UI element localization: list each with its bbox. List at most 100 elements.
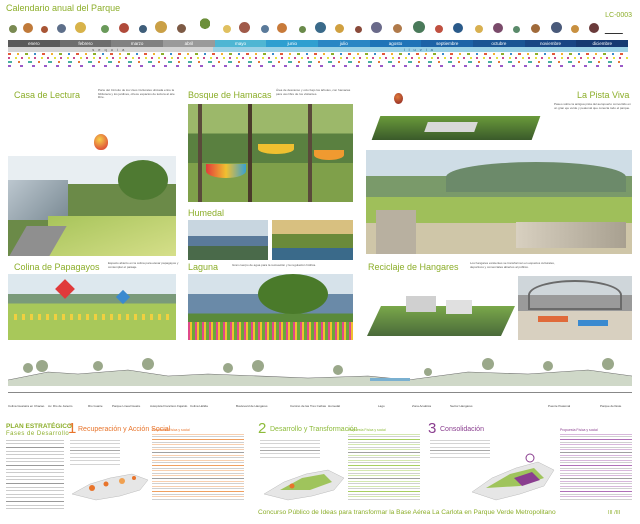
event-thumb: [512, 25, 521, 34]
model-hangares: [366, 276, 516, 342]
event-thumb: [354, 25, 363, 34]
event-thumb: [260, 24, 270, 34]
event-thumb: [118, 22, 130, 34]
section-label: Sector Hangares: [450, 404, 473, 408]
tree-icon: [200, 18, 210, 34]
phase-2-header: Propuesta Física y social: [348, 428, 386, 432]
calendar-title: Calendario anual del Parque: [6, 3, 121, 13]
section-label: Parque del Este: [600, 404, 622, 408]
event-thumb: [588, 22, 600, 34]
phase-1-text: [70, 440, 120, 466]
event-thumb: [176, 23, 187, 34]
month-label: marzo: [111, 40, 164, 47]
section-label: Boulevard de Hangares: [236, 404, 268, 408]
section-label: Av. Río de Janeiro: [48, 404, 73, 408]
event-thumb: [452, 22, 464, 34]
month-label: octubre: [473, 40, 525, 47]
phase-1-bullets: [152, 434, 244, 500]
section-label: Río Guaire: [88, 404, 103, 408]
phase-3-bullets: [560, 434, 632, 500]
event-thumb: [334, 23, 345, 34]
month-label: abril: [163, 40, 215, 47]
text-pista-viva: Paseo sobre la antigua pista del aeropue…: [554, 102, 631, 110]
section-label: Parque Lineal Guaire: [112, 404, 141, 408]
month-label: diciembre: [576, 40, 629, 47]
event-thumb: [550, 21, 563, 34]
season-rain: lluvia: [212, 47, 628, 52]
cross-section: [7, 350, 633, 386]
event-thumb: [56, 23, 67, 34]
phase-1-header: Propuesta Física y social: [152, 428, 190, 432]
footer-page: III /III: [608, 510, 621, 516]
month-bar: enero febrero marzo abril mayo junio jul…: [8, 40, 629, 47]
phase-1-number: 1: [68, 420, 77, 437]
month-label: agosto: [369, 40, 422, 47]
season-bar: sequía lluvia: [8, 47, 628, 52]
section-label: Humedal: [328, 404, 341, 408]
balloon-icon: [94, 134, 108, 150]
phase-2-map: [262, 460, 346, 504]
activity-strips: [8, 53, 628, 67]
phase-3-number: 3: [428, 420, 437, 437]
title-bosque-hamacas: Bosque de Hamacas: [188, 90, 272, 100]
event-thumb: [154, 20, 168, 34]
title-pista-viva: La Pista Viva: [577, 90, 630, 100]
title-humedal: Humedal: [188, 208, 225, 218]
event-thumb: [412, 20, 426, 34]
event-thumb: [22, 22, 34, 34]
plan-intro-text: [6, 440, 64, 510]
section-label: Colina Guaraira en Chacao: [8, 404, 45, 408]
section-label: Camino de las Tres Ceibas: [290, 404, 327, 408]
phase-1-map: [70, 464, 150, 504]
season-dry: sequía: [8, 47, 213, 52]
text-colina-papagayos: Espacio abierto en la colina para elevar…: [108, 261, 179, 269]
month-label: noviembre: [524, 40, 577, 47]
mosquito-icon: [604, 22, 630, 34]
section-label: Colina Hélida: [190, 404, 208, 408]
balloon-icon: [394, 93, 403, 104]
event-thumb: [530, 23, 541, 34]
photo-laguna: [188, 274, 353, 340]
event-thumb: [314, 21, 327, 34]
title-colina-papagayos: Colina de Papagayos: [14, 262, 100, 272]
photo-colina-papagayos: [8, 274, 176, 340]
photo-humedal-1: [188, 220, 268, 260]
photo-casa-lectura: [8, 156, 176, 256]
photo-humedal-2: [272, 220, 353, 260]
phase-2-title: Desarrollo y Transformación: [270, 426, 358, 433]
month-label: junio: [266, 40, 319, 47]
month-label: mayo: [214, 40, 267, 47]
text-casa-lectura: Parte del Circuito de los Usos Culturale…: [98, 88, 175, 100]
phase-3-title: Consolidación: [440, 426, 484, 433]
event-thumb: [474, 24, 484, 34]
calendar-thumbnails: [8, 16, 630, 38]
section-label: Lago: [378, 404, 385, 408]
event-thumb: [392, 23, 403, 34]
section-labels: Colina Guaraira en Chacao Av. Río de Jan…: [8, 404, 632, 414]
event-thumb: [238, 21, 251, 34]
plan-title: PLAN ESTRATÉGICO: [6, 423, 72, 430]
event-thumb: [370, 21, 383, 34]
event-thumb: [138, 24, 148, 34]
event-thumb: [100, 24, 110, 34]
section-label: Zona Acuática: [412, 404, 432, 408]
event-thumb: [8, 24, 18, 34]
photo-hangares: [518, 276, 632, 340]
title-laguna: Laguna: [188, 262, 219, 272]
plan-subtitle: Fases de Desarrollo: [6, 431, 70, 437]
event-thumb: [222, 24, 232, 34]
event-thumb: [40, 25, 49, 34]
month-label: enero: [8, 40, 60, 47]
title-reciclaje-hangares: Reciclaje de Hangares: [368, 262, 459, 272]
footer-title: Concurso Público de Ideas para transform…: [258, 509, 556, 516]
phase-2-bullets: [348, 434, 420, 500]
event-thumb: [74, 21, 87, 34]
event-thumb: [298, 25, 307, 34]
section-label: Puente Peatonal: [548, 404, 571, 408]
event-thumb: [276, 22, 288, 34]
month-label: julio: [318, 40, 370, 47]
month-label: febrero: [59, 40, 112, 47]
phase-2-number: 2: [258, 420, 267, 437]
phase-3-map: [470, 448, 556, 504]
text-laguna: Gran cuerpo de agua para la recreación y…: [232, 263, 317, 267]
